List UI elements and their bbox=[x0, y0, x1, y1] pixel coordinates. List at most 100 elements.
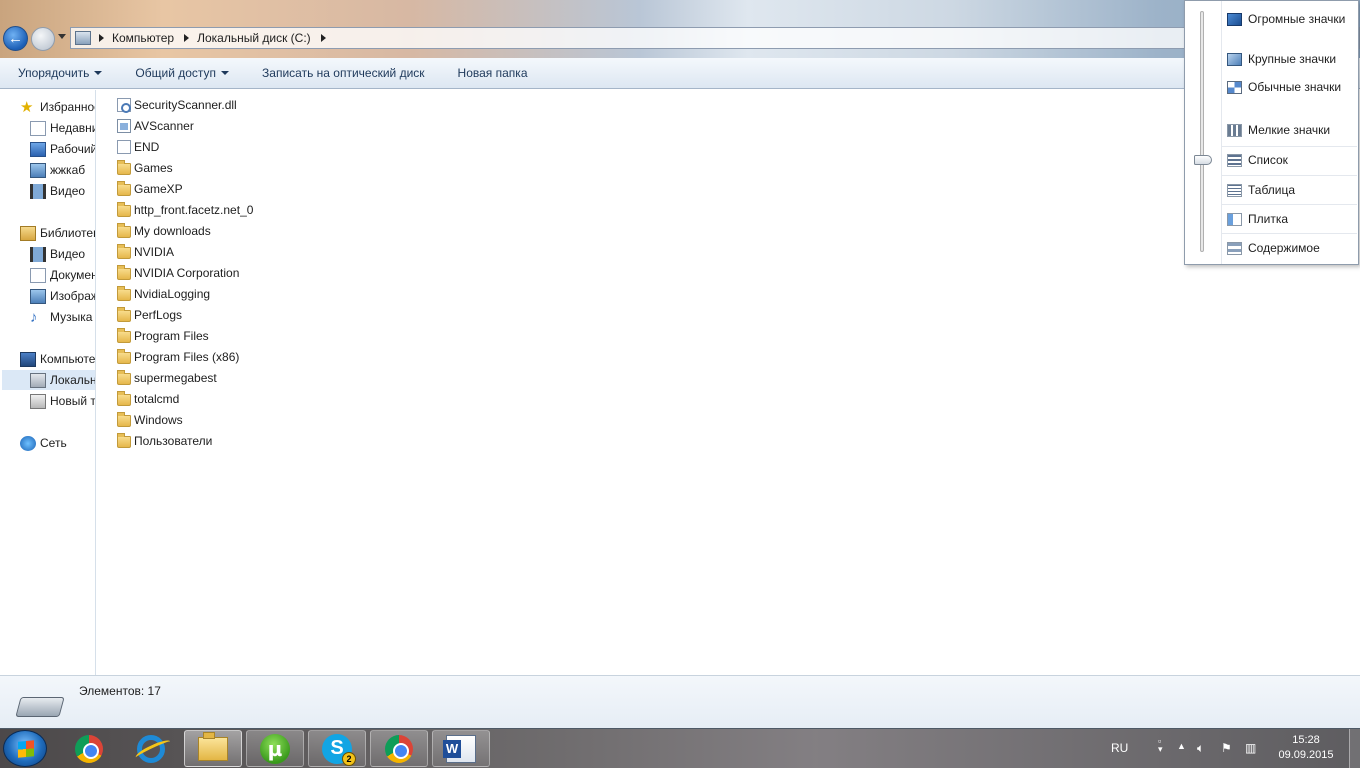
action-center-flag-icon[interactable]: ⚑ bbox=[1221, 741, 1232, 755]
address-bar[interactable]: Компьютер Локальный диск (C:) bbox=[70, 27, 1360, 49]
sidebar-item-video-favorite[interactable]: Видео bbox=[30, 181, 85, 201]
file-list-item[interactable]: Program Files (x86) bbox=[117, 346, 253, 367]
sidebar-item-favorites[interactable]: ★ Избранное bbox=[20, 97, 95, 117]
chrome-icon bbox=[75, 734, 103, 763]
show-hidden-icons-icon[interactable]: ▲ bbox=[1177, 741, 1186, 751]
divider bbox=[1221, 204, 1357, 205]
breadcrumb-local-disk[interactable]: Локальный диск (C:) bbox=[197, 31, 311, 45]
sidebar-item-desktop[interactable]: Рабочий стол bbox=[30, 139, 95, 159]
share-button[interactable]: Общий доступ bbox=[117, 58, 244, 88]
sidebar-item-custom[interactable]: жжкаб bbox=[30, 160, 85, 180]
file-list-item[interactable]: totalcmd bbox=[117, 388, 253, 409]
sidebar-item-lib-images[interactable]: Изображения bbox=[30, 286, 95, 306]
view-option-details[interactable]: Таблица bbox=[1227, 178, 1355, 202]
view-option-large-icons[interactable]: Крупные значки bbox=[1227, 47, 1355, 71]
taskbar-internet-explorer[interactable] bbox=[122, 730, 180, 767]
network-icon bbox=[20, 435, 36, 451]
language-indicator[interactable]: RU bbox=[1111, 728, 1128, 768]
view-slider-thumb[interactable] bbox=[1194, 155, 1212, 165]
back-button[interactable]: ← bbox=[3, 26, 28, 51]
file-name: Program Files bbox=[134, 328, 209, 343]
computer-icon bbox=[75, 31, 91, 45]
network-status-icon[interactable]: ▥ bbox=[1245, 741, 1256, 755]
video-icon bbox=[30, 183, 46, 199]
view-option-medium-icons[interactable]: Обычные значки bbox=[1227, 75, 1355, 99]
show-desktop-button[interactable] bbox=[1349, 729, 1360, 768]
folder-icon bbox=[117, 390, 131, 406]
view-option-tiles[interactable]: Плитка bbox=[1227, 207, 1355, 231]
file-name: Windows bbox=[134, 412, 183, 427]
utorrent-icon: µ bbox=[260, 733, 290, 764]
sidebar-item-network[interactable]: Сеть bbox=[20, 433, 67, 453]
computer-icon bbox=[20, 351, 36, 367]
windows-logo-icon bbox=[18, 740, 34, 758]
file-name: totalcmd bbox=[134, 391, 180, 406]
sidebar-item-lib-video[interactable]: Видео bbox=[30, 244, 85, 264]
file-name: NVIDIA Corporation bbox=[134, 265, 240, 280]
shortcut-icon bbox=[30, 162, 46, 178]
sidebar-item-computer[interactable]: Компьютер bbox=[20, 349, 96, 369]
file-list-item[interactable]: NvidiaLogging bbox=[117, 283, 253, 304]
forward-button[interactable] bbox=[31, 27, 55, 51]
view-option-small-icons[interactable]: Мелкие значки bbox=[1227, 118, 1355, 142]
history-dropdown-button[interactable] bbox=[58, 34, 66, 39]
file-list-item[interactable]: Пользователи bbox=[117, 430, 253, 451]
burn-button[interactable]: Записать на оптический диск bbox=[244, 58, 440, 88]
chevron-down-icon bbox=[94, 71, 103, 75]
sidebar-item-libraries[interactable]: Библиотеки bbox=[20, 223, 95, 243]
breadcrumb-computer[interactable]: Компьютер bbox=[112, 31, 174, 45]
system-clock[interactable]: 15:28 09.09.2015 bbox=[1268, 733, 1344, 763]
breadcrumb-chevron-icon[interactable] bbox=[320, 34, 326, 42]
sidebar-item-label: жжкаб bbox=[50, 163, 86, 177]
explorer-window: ← Компьютер Локальный диск (C:) Упорядоч… bbox=[0, 0, 1360, 728]
view-option-label: Огромные значки bbox=[1248, 12, 1346, 26]
sidebar-item-recent[interactable]: Недавние места bbox=[30, 118, 95, 138]
navigation-pane: ★ Избранное Недавние места Рабочий стол ж… bbox=[0, 90, 96, 675]
sidebar-item-lib-documents[interactable]: Документы bbox=[30, 265, 95, 285]
breadcrumb-chevron-icon[interactable] bbox=[184, 34, 190, 42]
view-option-content[interactable]: Содержимое bbox=[1227, 236, 1355, 260]
recent-places-icon bbox=[30, 120, 46, 136]
file-list-item[interactable]: Windows bbox=[117, 409, 253, 430]
file-list-item[interactable]: Program Files bbox=[117, 325, 253, 346]
file-name: GameXP bbox=[134, 181, 183, 196]
folder-icon bbox=[117, 201, 131, 217]
file-list-item[interactable]: My downloads bbox=[117, 220, 253, 241]
start-button[interactable] bbox=[3, 730, 47, 767]
taskbar-chrome-pinned[interactable] bbox=[60, 730, 118, 767]
documents-icon bbox=[30, 267, 46, 283]
breadcrumb-chevron-icon[interactable] bbox=[99, 34, 104, 42]
sidebar-item-label: Видео bbox=[50, 184, 86, 198]
file-list-item[interactable]: NVIDIA Corporation bbox=[117, 262, 253, 283]
keyboard-layout-icon[interactable]: ▫ ▾ bbox=[1158, 737, 1163, 754]
file-list-item[interactable]: AVScanner bbox=[117, 115, 253, 136]
taskbar-chrome[interactable] bbox=[370, 730, 428, 767]
taskbar-skype[interactable]: S2 bbox=[308, 730, 366, 767]
view-option-list[interactable]: Список bbox=[1227, 148, 1355, 172]
folder-icon bbox=[117, 306, 131, 322]
view-option-label: Мелкие значки bbox=[1248, 123, 1331, 137]
new-folder-button[interactable]: Новая папка bbox=[440, 58, 543, 88]
libraries-icon bbox=[20, 225, 36, 241]
view-slider-track[interactable] bbox=[1200, 11, 1204, 252]
sidebar-item-new-volume[interactable]: Новый том bbox=[30, 391, 95, 411]
file-list-item[interactable]: supermegabest bbox=[117, 367, 253, 388]
organize-button[interactable]: Упорядочить bbox=[0, 58, 117, 88]
sidebar-item-label: Компьютер bbox=[40, 352, 96, 366]
volume-icon[interactable]: 🔈︎ bbox=[1197, 741, 1204, 756]
sidebar-item-lib-music[interactable]: ♪ Музыка bbox=[30, 307, 92, 327]
taskbar-explorer[interactable] bbox=[184, 730, 242, 767]
file-list-item[interactable]: PerfLogs bbox=[117, 304, 253, 325]
taskbar-word[interactable] bbox=[432, 730, 490, 767]
sidebar-item-local-disk[interactable]: Локальный диск (C:) bbox=[2, 370, 95, 390]
file-list-item[interactable]: http_front.facetz.net_0 bbox=[117, 199, 253, 220]
file-list-item[interactable]: END bbox=[117, 136, 253, 157]
file-list-item[interactable]: GameXP bbox=[117, 178, 253, 199]
taskbar-utorrent[interactable]: µ bbox=[246, 730, 304, 767]
file-list-item[interactable]: NVIDIA bbox=[117, 241, 253, 262]
file-list-item[interactable]: SecurityScanner.dll bbox=[117, 94, 253, 115]
hard-drive-icon bbox=[15, 697, 65, 717]
file-list-item[interactable]: Games bbox=[117, 157, 253, 178]
file-name: Пользователи bbox=[134, 433, 213, 448]
view-option-huge-icons[interactable]: Огромные значки bbox=[1227, 7, 1355, 31]
